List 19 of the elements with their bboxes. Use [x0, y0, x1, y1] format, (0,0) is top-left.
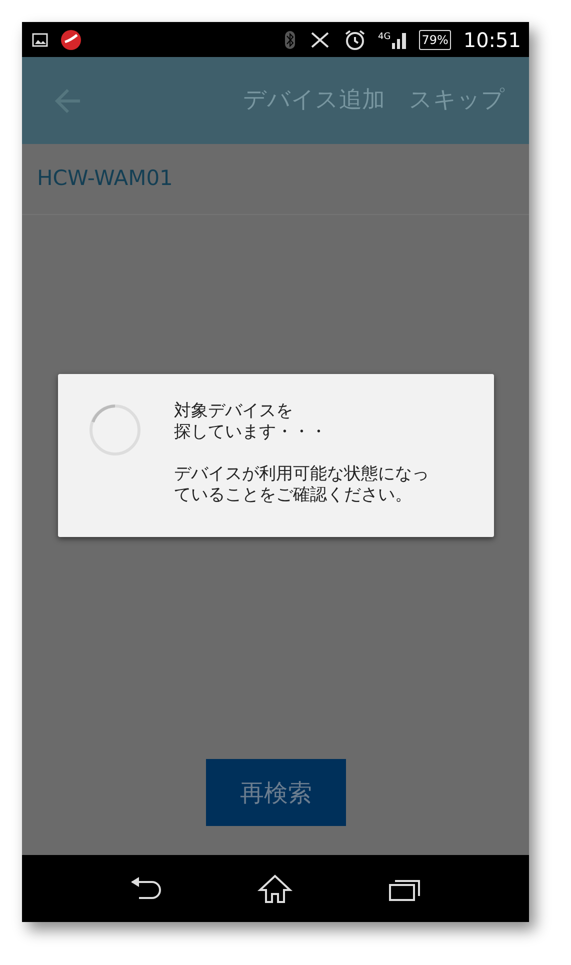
research-button[interactable]: 再検索 — [206, 759, 346, 826]
dialog-text-line: デバイスが利用可能な状態になっ — [174, 464, 429, 485]
dialog-text-line: 対象デバイスを — [174, 401, 294, 422]
signal-icon — [390, 30, 407, 48]
dialog-text-line: ていることをご確認ください。 — [174, 485, 413, 506]
bluetooth-icon — [284, 30, 296, 50]
screen-title: デバイス追加 — [243, 86, 385, 116]
battery-indicator: 79% — [418, 30, 452, 50]
loading-spinner — [88, 403, 142, 457]
back-icon[interactable] — [129, 876, 164, 902]
alarm-icon — [344, 28, 366, 50]
app-logo-icon — [60, 28, 82, 50]
network-label: 4G — [378, 30, 391, 44]
gallery-icon — [32, 32, 48, 46]
dialog-text-line: 探しています・・・ — [174, 422, 328, 443]
skip-button[interactable]: スキップ — [409, 83, 505, 118]
home-icon[interactable] — [257, 874, 294, 904]
clock: 10:51 — [463, 26, 521, 54]
device-name[interactable]: HCW-WAM01 — [37, 163, 173, 195]
